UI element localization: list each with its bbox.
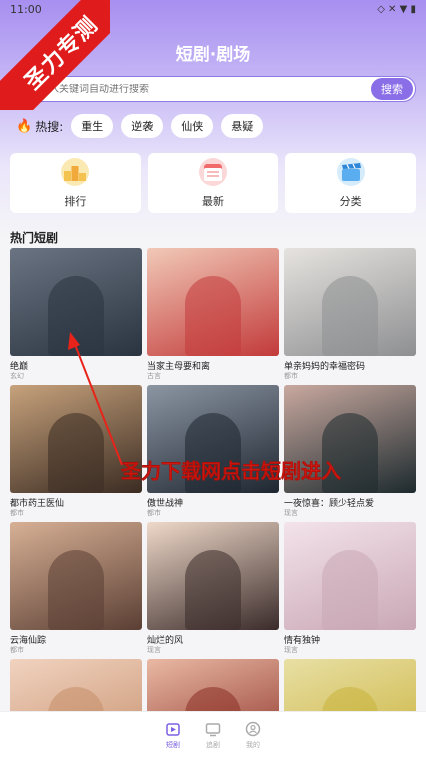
- drama-title: 单亲妈妈的幸福密码: [284, 362, 366, 371]
- category-latest[interactable]: 最新: [147, 153, 279, 213]
- drama-card[interactable]: 云海仙踪 都市: [10, 522, 142, 655]
- category-row: 排行 最新 分类: [10, 153, 417, 213]
- hot-search-row: 🔥 热搜: 重生 逆袭 仙侠 悬疑: [16, 114, 264, 138]
- user-icon: [245, 721, 261, 737]
- drama-tag: 现言: [147, 646, 161, 654]
- poster-figure: [185, 276, 241, 356]
- drama-title: 云海仙踪: [10, 636, 47, 645]
- drama-grid: 绝巅 玄幻 当家主母要和离 古言 单亲妈妈的幸福密码 都市 都市药王医仙 都市 傲世战神 都市 一夜…: [10, 248, 416, 759]
- drama-card[interactable]: 当家主母要和离 古言: [147, 248, 279, 381]
- ranking-icon: [61, 158, 90, 186]
- category-ranking[interactable]: 排行: [10, 153, 141, 213]
- drama-title: 傲世战神: [147, 499, 184, 508]
- poster-figure: [48, 550, 104, 630]
- hot-chip[interactable]: 悬疑: [221, 114, 264, 138]
- drama-poster[interactable]: [10, 522, 142, 630]
- overlay-instruction-text: 圣力下载网点击短剧进入: [121, 459, 341, 483]
- nav-item-follow[interactable]: 追剧: [203, 721, 223, 750]
- drama-tag: 都市: [10, 646, 24, 654]
- nav-label: 短剧: [166, 741, 180, 749]
- drama-card[interactable]: 单亲妈妈的幸福密码 都市: [284, 248, 416, 381]
- drama-card[interactable]: 情有独钟 现言: [284, 522, 416, 655]
- drama-card[interactable]: 灿烂的风 现言: [147, 522, 279, 655]
- drama-poster[interactable]: [147, 522, 279, 630]
- nav-label: 我的: [246, 741, 260, 749]
- status-icons: ◇ ✕ ▼ ▮: [377, 3, 416, 15]
- tv-icon: [205, 723, 221, 737]
- drama-title: 都市药王医仙: [10, 499, 65, 508]
- drama-poster[interactable]: [147, 248, 279, 356]
- category-label: 最新: [202, 195, 224, 208]
- drama-card[interactable]: 傲世战神 都市: [147, 385, 279, 518]
- category-classify[interactable]: 分类: [285, 153, 417, 213]
- hot-chip[interactable]: 仙侠: [171, 114, 214, 138]
- poster-figure: [185, 550, 241, 630]
- hot-search-label: 热搜:: [35, 119, 64, 134]
- drama-title: 一夜惊喜：顾少轻点爱: [284, 499, 375, 508]
- drama-title: 当家主母要和离: [147, 362, 211, 371]
- poster-figure: [322, 276, 378, 356]
- clapperboard-icon: [336, 158, 365, 186]
- drama-tag: 现言: [284, 646, 298, 654]
- category-label: 分类: [339, 195, 362, 208]
- drama-tag: 都市: [147, 509, 161, 517]
- drama-poster[interactable]: [284, 522, 416, 630]
- hot-chip[interactable]: 逆袭: [121, 114, 164, 138]
- drama-tag: 都市: [284, 372, 298, 380]
- flame-icon: 🔥: [16, 118, 33, 134]
- poster-figure: [322, 550, 378, 630]
- section-title: 热门短剧: [10, 231, 59, 245]
- bottom-nav: 短剧 追剧 我的: [0, 711, 426, 759]
- drama-tag: 古言: [147, 372, 161, 380]
- hot-chip[interactable]: 重生: [71, 114, 114, 138]
- annotation-arrow: [68, 332, 123, 466]
- drama-card[interactable]: 一夜惊喜：顾少轻点爱 现言: [284, 385, 416, 518]
- hot-search-label-wrap: 🔥 热搜:: [16, 118, 63, 135]
- drama-tag: 都市: [10, 509, 24, 517]
- nav-label: 追剧: [206, 741, 220, 749]
- drama-title: 灿烂的风: [147, 636, 184, 645]
- category-label: 排行: [64, 195, 87, 208]
- drama-tag: 现言: [284, 509, 298, 517]
- search-button[interactable]: 搜索: [371, 78, 413, 100]
- nav-item-mine[interactable]: 我的: [243, 721, 263, 750]
- home-icon: [166, 723, 180, 736]
- calendar-icon: [199, 158, 227, 186]
- watermark-corner: 圣力专测: [0, 0, 110, 110]
- nav-item-drama[interactable]: 短剧: [163, 721, 183, 750]
- drama-poster[interactable]: [284, 248, 416, 356]
- drama-title: 情有独钟: [284, 636, 321, 645]
- watermark-corner-text: 圣力专测: [0, 0, 110, 110]
